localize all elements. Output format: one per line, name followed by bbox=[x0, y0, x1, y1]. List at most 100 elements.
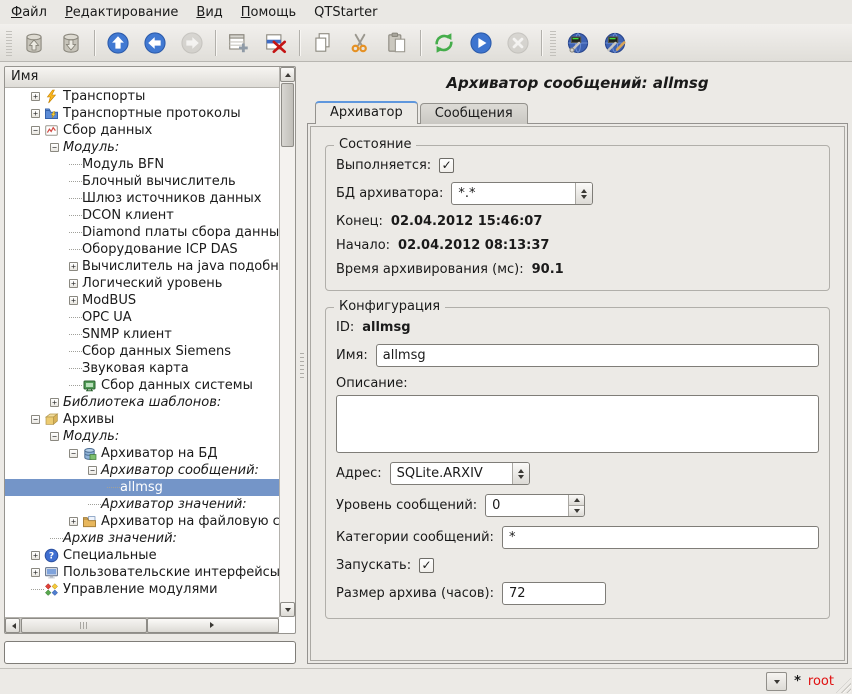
menu-edit[interactable]: Редактирование bbox=[58, 3, 185, 22]
toolbar-separator bbox=[541, 30, 542, 56]
tree-item[interactable]: SNMP клиент bbox=[5, 326, 279, 343]
toolbar-drag-handle[interactable] bbox=[550, 30, 556, 56]
expand-icon[interactable]: + bbox=[50, 398, 59, 407]
collapse-icon[interactable]: − bbox=[69, 449, 78, 458]
menu-view[interactable]: Вид bbox=[189, 3, 229, 22]
running-checkbox[interactable]: ✓ bbox=[439, 158, 454, 173]
qtcfg-config-button[interactable] bbox=[560, 26, 596, 60]
tree-item[interactable]: +Вычислитель на java подобном bbox=[5, 258, 279, 275]
spin-down-icon[interactable] bbox=[569, 506, 584, 516]
tree-item[interactable]: Управление модулями bbox=[5, 581, 279, 598]
scroll-up-icon[interactable] bbox=[280, 67, 295, 82]
expand-icon[interactable]: + bbox=[31, 568, 40, 577]
expand-icon[interactable]: + bbox=[69, 279, 78, 288]
tree-item[interactable]: +?Специальные bbox=[5, 547, 279, 564]
tree-horizontal-scrollbar[interactable] bbox=[5, 617, 279, 633]
categories-input[interactable] bbox=[502, 526, 819, 549]
refresh-button[interactable] bbox=[426, 26, 462, 60]
tree-item[interactable]: OPC UA bbox=[5, 309, 279, 326]
combobox-arrows-icon[interactable] bbox=[575, 183, 592, 204]
tree-item[interactable]: +Логический уровень bbox=[5, 275, 279, 292]
tree-item[interactable]: +Транспорты bbox=[5, 88, 279, 105]
expand-icon[interactable]: + bbox=[69, 296, 78, 305]
back-button[interactable] bbox=[137, 26, 173, 60]
tree-item[interactable]: Шлюз источников данных bbox=[5, 190, 279, 207]
tree-item[interactable]: −Архиватор сообщений: bbox=[5, 462, 279, 479]
scroll-left-icon[interactable] bbox=[5, 618, 20, 633]
menu-help[interactable]: Помощь bbox=[234, 3, 303, 22]
tree-item-label: Архиватор сообщений: bbox=[101, 463, 263, 478]
toolbar-drag-handle[interactable] bbox=[6, 30, 12, 56]
tree-item[interactable]: +ModBUS bbox=[5, 292, 279, 309]
collapse-icon[interactable]: − bbox=[50, 143, 59, 152]
collapse-icon[interactable]: − bbox=[88, 466, 97, 475]
start-update-button[interactable] bbox=[463, 26, 499, 60]
resize-grip[interactable] bbox=[836, 678, 851, 693]
delete-item-button[interactable] bbox=[258, 26, 294, 60]
tree-item-label: Архивы bbox=[63, 412, 118, 427]
load-from-db-button[interactable] bbox=[16, 26, 52, 60]
tree-item[interactable]: Архиватор значений: bbox=[5, 496, 279, 513]
tab-archiver[interactable]: Архиватор bbox=[315, 101, 418, 124]
tree-item[interactable]: +Библиотека шаблонов: bbox=[5, 394, 279, 411]
field-label: Описание: bbox=[336, 376, 408, 391]
tree-item[interactable]: allmsg bbox=[5, 479, 279, 496]
expand-icon[interactable]: + bbox=[31, 92, 40, 101]
status-user-dropdown[interactable] bbox=[766, 672, 787, 691]
expand-icon[interactable]: + bbox=[31, 551, 40, 560]
tree-item[interactable]: DCON клиент bbox=[5, 207, 279, 224]
up-button[interactable] bbox=[100, 26, 136, 60]
address-combobox[interactable]: SQLite.ARXIV bbox=[390, 462, 530, 485]
archiver-db-combobox[interactable]: *.* bbox=[451, 182, 593, 205]
combobox-arrows-icon[interactable] bbox=[512, 463, 529, 484]
tree-item[interactable]: −Модуль: bbox=[5, 139, 279, 156]
collapse-icon[interactable]: − bbox=[50, 432, 59, 441]
stop-button[interactable] bbox=[500, 26, 536, 60]
forward-button[interactable] bbox=[174, 26, 210, 60]
panel-splitter[interactable] bbox=[298, 62, 305, 668]
paste-item-button[interactable] bbox=[379, 26, 415, 60]
tree-item[interactable]: −Модуль: bbox=[5, 428, 279, 445]
scroll-right-icon[interactable] bbox=[147, 618, 279, 633]
menu-file[interactable]: Файл bbox=[4, 3, 54, 22]
tree-vertical-scrollbar[interactable] bbox=[279, 67, 295, 617]
save-to-db-button[interactable] bbox=[53, 26, 89, 60]
tree-item[interactable]: Оборудование ICP DAS bbox=[5, 241, 279, 258]
tree-item[interactable]: +Архиватор на файловую си bbox=[5, 513, 279, 530]
tree-item[interactable]: +Транспортные протоколы bbox=[5, 105, 279, 122]
scroll-down-icon[interactable] bbox=[280, 602, 295, 617]
tree-item[interactable]: Звуковая карта bbox=[5, 360, 279, 377]
tab-messages[interactable]: Сообщения bbox=[420, 103, 528, 124]
tree-item[interactable]: Модуль BFN bbox=[5, 156, 279, 173]
collapse-icon[interactable]: − bbox=[31, 415, 40, 424]
name-input[interactable] bbox=[376, 344, 819, 367]
tree-item[interactable]: +Пользовательские интерфейсы bbox=[5, 564, 279, 581]
expand-icon[interactable]: + bbox=[69, 262, 78, 271]
qtcfg-edit-button[interactable] bbox=[597, 26, 633, 60]
tree-item[interactable]: Блочный вычислитель bbox=[5, 173, 279, 190]
copy-item-button[interactable] bbox=[305, 26, 341, 60]
tree-item[interactable]: −Сбор данных bbox=[5, 122, 279, 139]
collapse-icon[interactable]: − bbox=[31, 126, 40, 135]
expand-icon[interactable]: + bbox=[69, 517, 78, 526]
tree-item[interactable]: Архив значений: bbox=[5, 530, 279, 547]
tree-item[interactable]: −Архиватор на БД bbox=[5, 445, 279, 462]
description-textarea[interactable] bbox=[336, 395, 819, 453]
expand-icon[interactable]: + bbox=[31, 109, 40, 118]
tree-item[interactable]: Сбор данных системы bbox=[5, 377, 279, 394]
tree-item[interactable]: Сбор данных Siemens bbox=[5, 343, 279, 360]
message-level-spinbox[interactable]: 0 bbox=[485, 494, 585, 517]
horizontal-scrollbar-thumb[interactable] bbox=[21, 618, 147, 633]
cut-item-button[interactable] bbox=[342, 26, 378, 60]
archive-box-icon bbox=[44, 412, 59, 427]
spin-up-icon[interactable] bbox=[569, 495, 584, 506]
vertical-scrollbar-thumb[interactable] bbox=[281, 83, 294, 147]
tree-filter-input[interactable] bbox=[4, 641, 296, 664]
start-checkbox[interactable]: ✓ bbox=[419, 558, 434, 573]
add-item-button[interactable] bbox=[221, 26, 257, 60]
menu-qtstarter[interactable]: QTStarter bbox=[307, 3, 384, 22]
archive-size-input[interactable] bbox=[502, 582, 606, 605]
tree-item[interactable]: Diamond платы сбора данных bbox=[5, 224, 279, 241]
tree-item[interactable]: − Архивы bbox=[5, 411, 279, 428]
tree-header[interactable]: Имя bbox=[5, 67, 279, 88]
